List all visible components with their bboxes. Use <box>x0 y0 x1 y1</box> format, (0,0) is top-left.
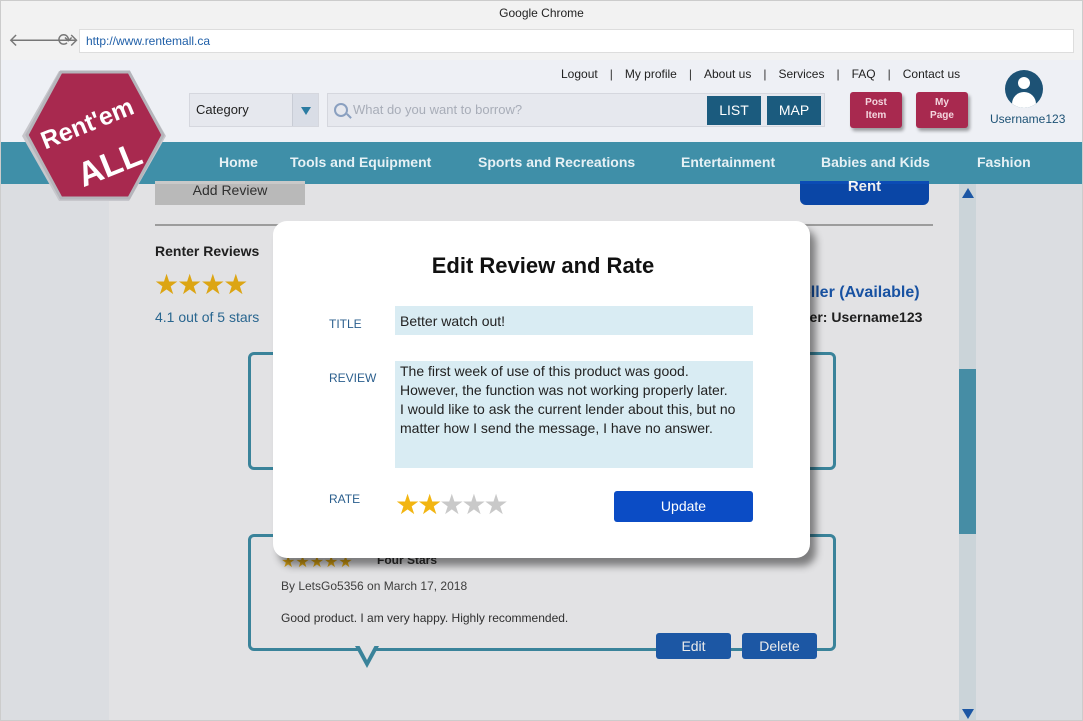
rentem-all-logo[interactable]: Rent'em ALL <box>17 68 171 202</box>
category-select[interactable]: Category <box>189 93 319 127</box>
top-links: Logout | My profile | About us | Services | FAQ |… <box>561 67 961 81</box>
about-us-link[interactable]: About us <box>704 67 751 81</box>
my-page-line2: Page <box>930 110 954 121</box>
logout-link[interactable]: Logout <box>561 67 598 81</box>
post-item-line2: Item <box>865 110 887 121</box>
back-arrow-icon[interactable]: 🡐 <box>8 30 56 50</box>
nav-tools-and-equipment[interactable]: Tools and Equipment <box>290 142 431 182</box>
services-link[interactable]: Services <box>778 67 824 81</box>
title-label: TITLE <box>329 317 362 331</box>
post-item-line1: Post <box>865 97 887 108</box>
user-avatar-icon[interactable] <box>1005 70 1043 108</box>
title-field[interactable] <box>395 306 753 335</box>
review-field[interactable]: The first week of use of this product wa… <box>395 361 753 468</box>
list-button[interactable]: LIST <box>707 96 761 125</box>
window-title: Google Chrome <box>0 0 1083 24</box>
map-button[interactable]: MAP <box>767 96 821 125</box>
my-page-button[interactable]: My Page <box>916 92 968 128</box>
update-button[interactable]: Update <box>614 491 753 522</box>
rating-stars[interactable]: ★★★★★ <box>395 488 509 521</box>
forward-arrow-icon[interactable]: 🡒 <box>31 30 79 50</box>
reload-icon[interactable]: ⟳ <box>55 30 75 50</box>
nav-sports-and-recreations[interactable]: Sports and Recreations <box>478 142 635 182</box>
dropdown-arrow-icon <box>292 94 318 126</box>
nav-babies-and-kids[interactable]: Babies and Kids <box>821 142 930 182</box>
nav-home[interactable]: Home <box>219 142 258 182</box>
nav-entertainment[interactable]: Entertainment <box>681 142 775 182</box>
rate-label: RATE <box>329 492 361 506</box>
edit-review-modal: Edit Review and Rate TITLE REVIEW The fi… <box>273 221 810 558</box>
my-profile-link[interactable]: My profile <box>625 67 677 81</box>
search-placeholder: What do you want to borrow? <box>353 102 523 117</box>
username-label[interactable]: Username123 <box>990 112 1065 126</box>
modal-title: Edit Review and Rate <box>431 253 655 278</box>
browser-toolbar: 🡐 🡒 ⟳ http://www.rentemall.ca <box>0 24 1083 60</box>
nav-fashion[interactable]: Fashion <box>977 142 1031 182</box>
post-item-button[interactable]: Post Item <box>850 92 902 128</box>
review-label: REVIEW <box>329 371 377 385</box>
contact-us-link[interactable]: Contact us <box>903 67 960 81</box>
my-page-line1: My <box>935 97 949 108</box>
search-icon <box>334 103 348 117</box>
star-empty-icon[interactable]: ★ <box>483 489 508 520</box>
address-bar[interactable]: http://www.rentemall.ca <box>79 29 1074 53</box>
faq-link[interactable]: FAQ <box>852 67 876 81</box>
category-label: Category <box>196 102 249 117</box>
